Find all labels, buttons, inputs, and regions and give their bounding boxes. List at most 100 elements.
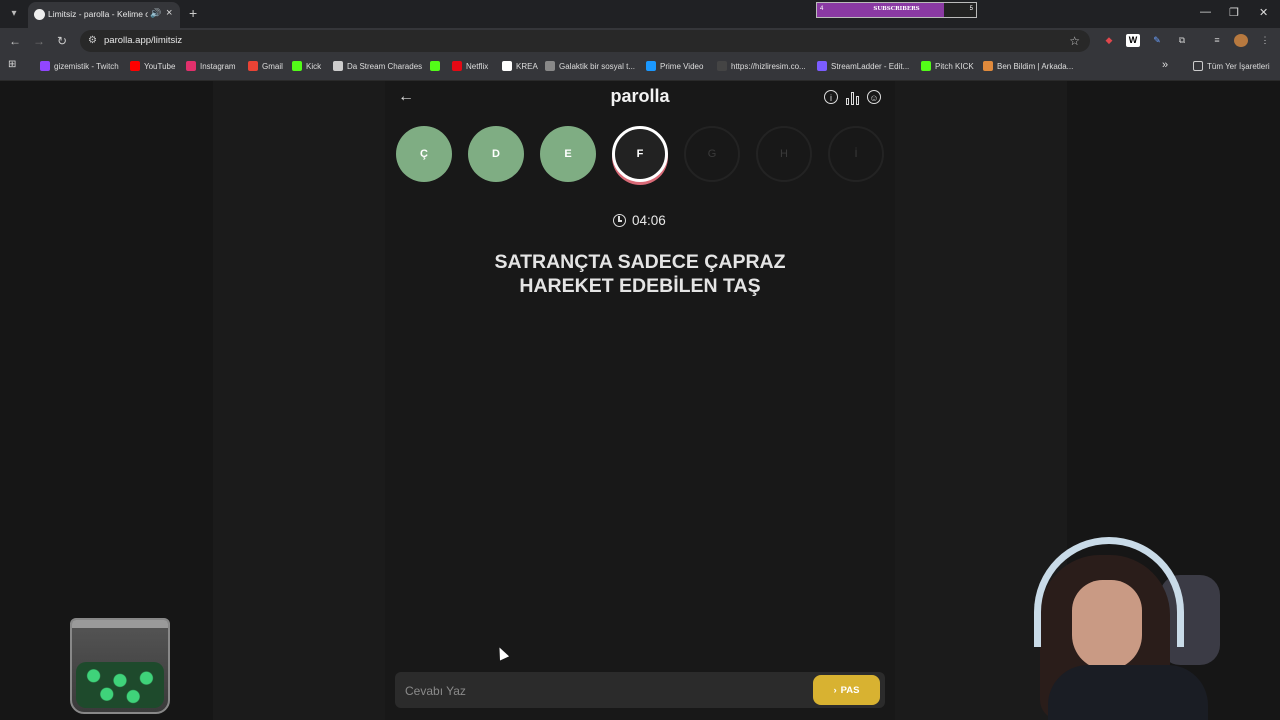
webcam-shirt — [1048, 665, 1208, 720]
jar-rim — [72, 620, 168, 628]
bookmark-item[interactable]: KREA — [502, 61, 538, 73]
speaker-icon[interactable]: 🔊 — [150, 8, 161, 19]
forward-icon[interactable]: → — [33, 34, 45, 48]
bookmark-item[interactable]: Netflix — [452, 61, 488, 73]
letter-circle-todo: G — [684, 126, 740, 182]
bookmark-item[interactable]: Da Stream Charades — [333, 61, 422, 73]
webcam-overlay — [1020, 515, 1240, 720]
stats-icon[interactable] — [846, 91, 860, 105]
bookmark-star-icon[interactable]: ☆ — [1069, 34, 1080, 48]
letter-circle-done: E — [540, 126, 596, 182]
folder-icon — [1193, 61, 1203, 71]
site-info-icon[interactable]: ⚙ — [88, 35, 97, 46]
pass-label: PAS — [840, 684, 860, 696]
bookmark-item[interactable]: gizemistik - Twitch — [40, 61, 119, 73]
answer-input[interactable] — [395, 672, 807, 710]
letter-circle-done: D — [468, 126, 524, 182]
url-text: parolla.app/limitsiz — [104, 35, 183, 46]
bookmark-favicon-icon — [292, 61, 302, 71]
close-icon[interactable]: × — [166, 7, 172, 19]
letter-circle-todo: İ — [828, 126, 884, 182]
bookmark-label: https://hizliresim.co... — [731, 62, 806, 71]
timer: 04:06 — [600, 212, 680, 230]
back-arrow-icon[interactable]: ← — [398, 88, 414, 106]
info-icon[interactable]: i — [824, 90, 838, 104]
all-bookmarks-folder[interactable]: Tüm Yer İşaretleri — [1193, 61, 1270, 73]
bookmark-item[interactable]: Galaktik bir sosyal t... — [545, 61, 635, 73]
minimize-icon[interactable]: — — [1200, 6, 1211, 18]
more-bookmarks-icon[interactable]: » — [1162, 59, 1168, 71]
bookmark-item[interactable]: YouTube — [130, 61, 175, 73]
subscriber-label: SUBSCRIBERS — [873, 6, 920, 12]
bookmark-favicon-icon — [430, 61, 440, 71]
bookmark-label: KREA — [516, 62, 538, 71]
bookmark-label: gizemistik - Twitch — [54, 62, 119, 71]
bookmark-label: YouTube — [144, 62, 176, 71]
bookmark-favicon-icon — [817, 61, 827, 71]
bookmarks-bar: ⊞ gizemistik - Twitch YouTube Instagram Gma… — [0, 54, 1280, 81]
new-tab-button[interactable]: + — [189, 5, 197, 21]
bookmark-favicon-icon — [983, 61, 993, 71]
bookmark-favicon-icon — [186, 61, 196, 71]
tab-strip: ▾ Limitsiz - parolla - Kelime o 🔊 × + 4 … — [0, 0, 1280, 28]
question-line: SATRANÇTA SADECE ÇAPRAZ — [494, 251, 786, 273]
extensions-puzzle-icon[interactable]: ⧉ — [1175, 34, 1189, 47]
profile-avatar[interactable] — [1234, 34, 1248, 47]
bookmark-label: StreamLadder - Edit... — [831, 62, 910, 71]
all-bookmarks-label: Tüm Yer İşaretleri — [1207, 62, 1270, 71]
question-text: SATRANÇTA SADECE ÇAPRAZ HAREKET EDEBİLEN… — [440, 250, 840, 298]
restore-icon[interactable]: ❐ — [1229, 6, 1239, 19]
extension-icon[interactable]: ✎ — [1150, 34, 1164, 47]
bookmark-item[interactable]: https://hizliresim.co... — [717, 61, 806, 73]
letter-circle-todo: H — [756, 126, 812, 182]
question-line: HAREKET EDEBİLEN TAŞ — [519, 275, 761, 297]
bookmark-item[interactable] — [430, 61, 444, 73]
apps-grid-icon[interactable]: ⊞ — [8, 59, 16, 71]
subscriber-goal: 5 — [969, 6, 973, 12]
bookmark-item[interactable]: Kick — [292, 61, 321, 73]
bookmark-label: Netflix — [466, 62, 489, 71]
jar-contents — [76, 662, 164, 708]
bookmark-label: Instagram — [200, 62, 236, 71]
bookmark-item[interactable]: Ben Bildim | Arkada... — [983, 61, 1073, 73]
answer-row: ›PAS — [395, 672, 885, 710]
headphone-icon — [1034, 537, 1184, 647]
bookmark-favicon-icon — [333, 61, 343, 71]
tab-search-icon[interactable]: ▾ — [6, 6, 22, 22]
bookmark-item[interactable]: Instagram — [186, 61, 236, 73]
bookmark-favicon-icon — [502, 61, 512, 71]
menu-icon[interactable]: ⋮ — [1258, 34, 1272, 47]
bookmark-item[interactable]: Gmail — [248, 61, 283, 73]
letter-circle-current: F — [612, 126, 668, 182]
address-bar-row: ← → ↻ ⚙ parolla.app/limitsiz ☆ ◆ W ✎ ⧉ ≡… — [0, 28, 1280, 54]
bookmark-item[interactable]: Prime Video — [646, 61, 703, 73]
bookmark-favicon-icon — [452, 61, 462, 71]
profile-icon[interactable]: ☺ — [867, 90, 881, 104]
extension-icon[interactable]: W — [1126, 34, 1140, 47]
url-field[interactable]: ⚙ parolla.app/limitsiz ☆ — [80, 30, 1090, 52]
bookmark-label: Ben Bildim | Arkada... — [997, 62, 1074, 71]
parolla-logo: parolla — [610, 86, 670, 106]
back-icon[interactable]: ← — [9, 34, 21, 48]
browser-tab[interactable]: Limitsiz - parolla - Kelime o 🔊 × — [28, 2, 180, 28]
bookmark-item[interactable]: Pitch KICK — [921, 61, 974, 73]
pass-button[interactable]: › PAS — [813, 675, 880, 705]
media-icon[interactable]: ≡ — [1210, 34, 1224, 47]
bookmark-label: Galaktik bir sosyal t... — [559, 62, 636, 71]
extension-icon[interactable]: ◆ — [1102, 34, 1116, 47]
timer-text: 04:06 — [632, 213, 666, 228]
chevron-right-icon: › — [833, 684, 837, 696]
reload-icon[interactable]: ↻ — [57, 34, 67, 48]
bookmark-favicon-icon — [646, 61, 656, 71]
bookmark-favicon-icon — [40, 61, 50, 71]
bookmark-label: Da Stream Charades — [347, 62, 423, 71]
subscriber-goal-bar: 4 SUBSCRIBERS 5 — [816, 2, 977, 18]
window-close-icon[interactable]: ✕ — [1259, 6, 1268, 19]
tab-title: Limitsiz - parolla - Kelime o — [48, 9, 148, 19]
jar-overlay — [70, 618, 170, 714]
bookmark-favicon-icon — [130, 61, 140, 71]
bookmark-label: Pitch KICK — [935, 62, 974, 71]
bookmark-favicon-icon — [248, 61, 258, 71]
bookmark-item[interactable]: StreamLadder - Edit... — [817, 61, 909, 73]
parolla-favicon-icon — [34, 9, 45, 20]
